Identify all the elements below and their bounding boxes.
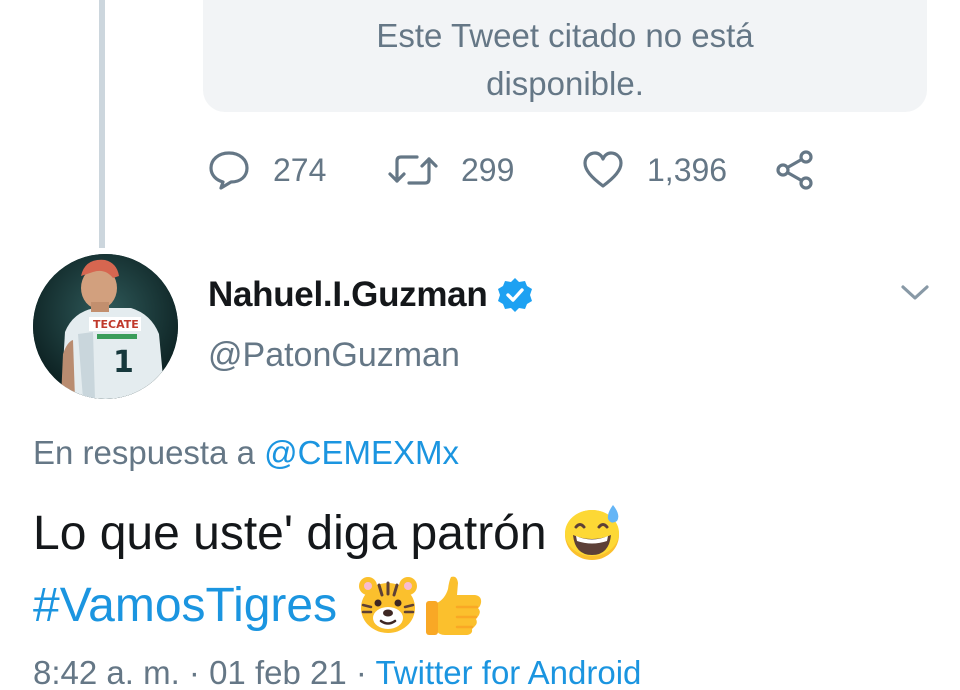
tweet-metadata: 8:42 a. m. · 01 feb 21 · Twitter for And… bbox=[33, 654, 642, 690]
thumbs-up-emoji-icon bbox=[426, 576, 482, 635]
tiger-face-emoji-icon bbox=[359, 577, 418, 633]
quoted-unavailable-text: Este Tweet citado no está disponible. bbox=[376, 17, 754, 102]
svg-text:1: 1 bbox=[113, 345, 134, 380]
reply-count: 274 bbox=[273, 151, 327, 188]
reply-button[interactable]: 274 bbox=[207, 149, 387, 191]
author-handle[interactable]: @PatonGuzman bbox=[208, 336, 460, 375]
retweet-icon bbox=[388, 155, 438, 185]
tweet-source-link[interactable]: Twitter for Android bbox=[375, 654, 641, 690]
author-display-name[interactable]: Nahuel.I.Guzman bbox=[208, 275, 488, 315]
avatar[interactable]: TECATE 1 bbox=[33, 254, 178, 399]
like-button[interactable]: 1,396 bbox=[581, 150, 773, 190]
chevron-down-icon bbox=[901, 285, 929, 300]
tweet-text: Lo que uste' diga patrón bbox=[33, 506, 547, 560]
hashtag-link[interactable]: #VamosTigres bbox=[33, 578, 337, 633]
quoted-tweet-unavailable: Este Tweet citado no está disponible. bbox=[203, 0, 927, 112]
more-options-button[interactable] bbox=[899, 282, 931, 309]
tweet-text-line: Lo que uste' diga patrón bbox=[33, 500, 625, 566]
reply-context-prefix: En respuesta a bbox=[33, 434, 265, 471]
grinning-sweat-emoji-icon bbox=[564, 505, 619, 560]
tweet-time: 8:42 a. m. bbox=[33, 654, 180, 690]
share-button[interactable] bbox=[773, 149, 817, 191]
tweet-actions: 274 299 1,396 bbox=[207, 148, 817, 192]
share-icon bbox=[776, 150, 813, 190]
reply-icon bbox=[209, 151, 249, 190]
retweet-count: 299 bbox=[461, 151, 515, 188]
reply-mention-link[interactable]: @CEMEXMx bbox=[264, 434, 459, 471]
tweet-hashtag-line: #VamosTigres bbox=[33, 570, 485, 640]
tweet-date: 01 feb 21 bbox=[209, 654, 347, 690]
like-count: 1,396 bbox=[647, 151, 728, 188]
reply-context: En respuesta a @CEMEXMx bbox=[33, 434, 459, 472]
verified-badge-icon bbox=[498, 278, 533, 312]
thread-line bbox=[99, 0, 105, 248]
avatar-photo: TECATE 1 bbox=[33, 254, 178, 399]
heart-icon bbox=[583, 151, 623, 188]
tweet-screen: Este Tweet citado no está disponible. 27… bbox=[0, 0, 960, 690]
retweet-button[interactable]: 299 bbox=[387, 149, 581, 191]
author-name-row[interactable]: Nahuel.I.Guzman bbox=[208, 272, 533, 318]
svg-text:TECATE: TECATE bbox=[93, 318, 139, 331]
